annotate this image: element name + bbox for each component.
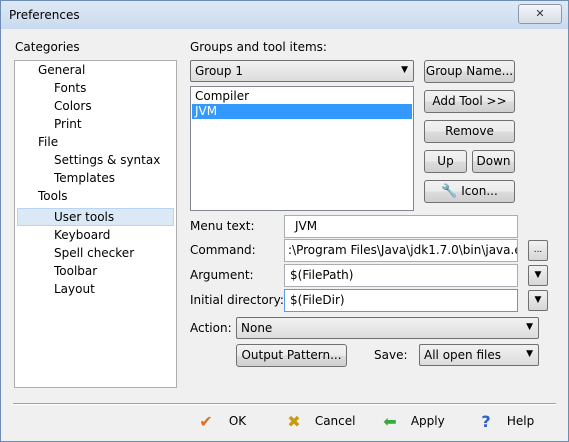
group-name-button[interactable]: Group Name... bbox=[424, 60, 515, 83]
tree-item-fonts[interactable]: Fonts bbox=[54, 79, 86, 97]
apply-button-label: Apply bbox=[410, 414, 445, 428]
ok-button-label: OK bbox=[228, 414, 247, 428]
argument-menu-button[interactable]: ▼ bbox=[528, 265, 548, 286]
help-question-icon: ? bbox=[481, 411, 491, 431]
initial-directory-label: Initial directory: bbox=[190, 293, 284, 307]
groups-label: Groups and tool items: bbox=[190, 40, 327, 54]
footer-divider bbox=[13, 403, 556, 405]
icon-button[interactable]: 🔧 Icon... bbox=[424, 180, 515, 203]
tree-item-user-tools[interactable]: User tools bbox=[54, 208, 114, 226]
save-select-value: All open files bbox=[424, 348, 501, 362]
group-select-value: Group 1 bbox=[195, 64, 243, 78]
command-label: Command: bbox=[190, 243, 256, 257]
categories-label: Categories bbox=[15, 40, 80, 54]
help-button[interactable]: ? Help bbox=[475, 409, 534, 433]
list-item-jvm[interactable]: JVM bbox=[192, 104, 412, 119]
categories-tree[interactable]: General Fonts Colors Print File Settings… bbox=[14, 60, 177, 388]
tree-item-layout[interactable]: Layout bbox=[54, 280, 95, 298]
up-button[interactable]: Up bbox=[424, 150, 467, 173]
close-button[interactable]: ✕ bbox=[518, 4, 562, 24]
chevron-down-icon: ▼ bbox=[526, 349, 533, 359]
initial-directory-field[interactable]: $(FileDir) bbox=[284, 289, 518, 312]
ok-button[interactable]: ✔ OK bbox=[195, 409, 246, 433]
tree-item-spell-checker[interactable]: Spell checker bbox=[54, 244, 134, 262]
help-button-label: Help bbox=[506, 414, 535, 428]
group-select[interactable]: Group 1 ▼ bbox=[190, 60, 414, 82]
list-item-compiler[interactable]: Compiler bbox=[192, 89, 412, 104]
tree-item-keyboard[interactable]: Keyboard bbox=[54, 226, 110, 244]
save-label: Save: bbox=[374, 348, 408, 362]
title-bar: Preferences ✕ bbox=[1, 1, 568, 29]
cancel-button-label: Cancel bbox=[314, 414, 356, 428]
action-select[interactable]: None ▼ bbox=[236, 317, 539, 339]
down-button[interactable]: Down bbox=[472, 150, 515, 173]
tree-item-tools[interactable]: Tools bbox=[38, 187, 68, 205]
initial-directory-menu-button[interactable]: ▼ bbox=[528, 290, 548, 311]
menu-text-label: Menu text: bbox=[190, 219, 255, 233]
tree-item-templates[interactable]: Templates bbox=[54, 169, 115, 187]
chevron-down-icon: ▼ bbox=[534, 295, 542, 305]
cancel-button[interactable]: ✖ Cancel bbox=[283, 409, 355, 433]
argument-label: Argument: bbox=[190, 268, 254, 282]
tree-item-toolbar[interactable]: Toolbar bbox=[54, 262, 97, 280]
tree-item-colors[interactable]: Colors bbox=[54, 97, 92, 115]
add-tool-button[interactable]: Add Tool >> bbox=[424, 90, 515, 113]
action-select-value: None bbox=[241, 321, 273, 335]
preferences-dialog: Preferences ✕ Categories General Fonts C… bbox=[0, 0, 569, 442]
checkmark-icon: ✔ bbox=[199, 411, 213, 431]
arrow-left-icon: ⬅ bbox=[383, 411, 397, 431]
tree-item-file[interactable]: File bbox=[38, 133, 58, 151]
action-label: Action: bbox=[190, 321, 232, 335]
save-select[interactable]: All open files ▼ bbox=[419, 344, 539, 366]
tool-items-list[interactable]: Compiler JVM bbox=[190, 86, 414, 211]
window-title: Preferences bbox=[9, 8, 80, 22]
command-field[interactable]: :\Program Files\Java\jdk1.7.0\bin\java.e… bbox=[284, 239, 518, 262]
argument-field[interactable]: $(FilePath) bbox=[284, 264, 518, 287]
tree-item-general[interactable]: General bbox=[38, 61, 85, 79]
wrench-icon: 🔧 bbox=[441, 184, 458, 199]
tree-item-settings-syntax[interactable]: Settings & syntax bbox=[54, 151, 160, 169]
menu-text-field[interactable]: JVM bbox=[284, 215, 518, 238]
remove-button[interactable]: Remove bbox=[424, 120, 515, 143]
icon-button-label: Icon... bbox=[461, 184, 498, 198]
chevron-down-icon: ▼ bbox=[401, 65, 408, 75]
browse-command-button[interactable]: ... bbox=[528, 240, 548, 261]
output-pattern-button[interactable]: Output Pattern... bbox=[236, 344, 347, 367]
chevron-down-icon: ▼ bbox=[526, 322, 533, 332]
chevron-down-icon: ▼ bbox=[534, 270, 542, 280]
cancel-x-icon: ✖ bbox=[287, 411, 301, 431]
tree-item-print[interactable]: Print bbox=[54, 115, 82, 133]
dialog-body: Categories General Fonts Colors Print Fi… bbox=[1, 29, 568, 441]
apply-button[interactable]: ⬅ Apply bbox=[379, 409, 445, 433]
